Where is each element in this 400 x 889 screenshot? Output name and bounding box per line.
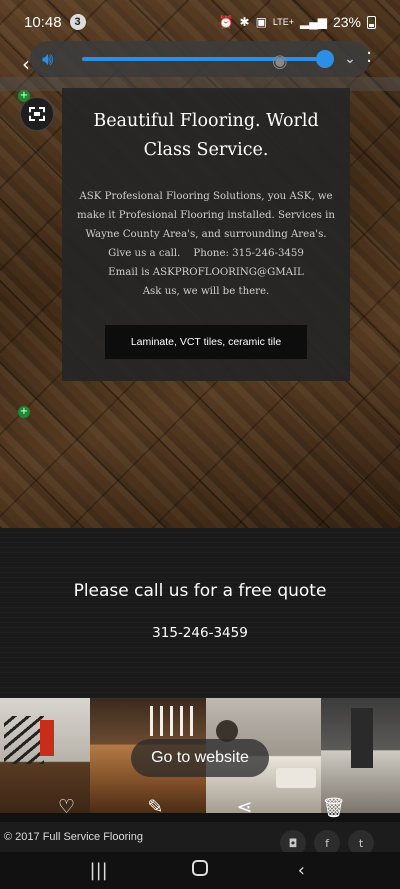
pencil-icon[interactable]: ✎ — [136, 796, 176, 818]
hero-line: Email is ASKPROFLOORING@GMAIL — [108, 267, 304, 278]
battery-icon — [367, 15, 376, 29]
go-to-website-button[interactable]: Go to website — [131, 739, 269, 777]
image-action-bar: ♡ ✎ ⋖ 🗑︎ — [0, 792, 400, 822]
alarm-icon: ⏰ — [218, 15, 234, 29]
lock-icon: ▣ — [255, 15, 267, 29]
home-button[interactable] — [180, 860, 220, 881]
volume-slider[interactable] — [82, 50, 334, 68]
bluetooth-icon: ✱ — [239, 15, 250, 29]
eye-icon: ◉ — [272, 51, 288, 72]
back-arrow-icon[interactable]: ‹ — [22, 52, 30, 76]
hero-line: Give us a call. Phone: 315-246-3459 — [108, 248, 304, 259]
quote-heading: Please call us for a free quote — [73, 581, 327, 601]
battery-percent: 23% — [332, 14, 361, 30]
hero-line: ASK Profesional Flooring Solutions, you … — [79, 191, 333, 202]
hero-section: + + Beautiful Flooring. World Class Serv… — [0, 0, 400, 528]
volume-panel[interactable]: 🔊︎ ⌄ — [30, 41, 370, 77]
hero-line: Ask us, we will be there. — [142, 286, 270, 297]
trash-icon[interactable]: 🗑︎ — [314, 796, 354, 819]
hero-description: ASK Profesional Flooring Solutions, you … — [62, 187, 350, 301]
screenshot-crop-icon — [29, 107, 45, 121]
copyright-text: © 2017 Full Service Flooring — [4, 831, 143, 843]
screenshot-crop-button[interactable] — [20, 97, 54, 131]
services-button[interactable]: Laminate, VCT tiles, ceramic tile — [105, 325, 307, 359]
more-vertical-icon[interactable]: · · — [366, 45, 372, 71]
back-button[interactable]: ‹ — [281, 860, 321, 881]
chevron-down-icon[interactable]: ⌄ — [342, 51, 358, 67]
hero-title: Beautiful Flooring. World Class Service. — [93, 111, 319, 160]
signal-icon: ▂▄▆ — [300, 15, 327, 29]
quote-phone[interactable]: 315-246-3459 — [0, 625, 400, 641]
volume-slider-thumb[interactable] — [316, 50, 334, 68]
quote-section: Please call us for a free quote 315-246-… — [0, 528, 400, 698]
network-label: LTE+ — [272, 17, 294, 27]
system-nav-bar: ||| ‹ — [0, 852, 400, 889]
heart-icon[interactable]: ♡ — [47, 796, 87, 818]
status-bar: 10:48 3 ⏰ ✱ ▣ LTE+ ▂▄▆ 23% — [0, 0, 400, 44]
status-time: 10:48 — [24, 13, 62, 31]
share-icon[interactable]: ⋖ — [225, 796, 265, 818]
info-card: Beautiful Flooring. World Class Service.… — [62, 88, 350, 381]
speaker-icon[interactable]: 🔊︎ — [42, 49, 68, 70]
hero-line: Wayne County Area's, and surrounding Are… — [85, 229, 327, 240]
recent-apps-button[interactable]: ||| — [79, 860, 119, 881]
hero-line: make it Profesional Flooring installed. … — [77, 210, 335, 221]
notification-count-badge: 3 — [69, 14, 86, 30]
add-element-icon[interactable]: + — [18, 406, 30, 418]
